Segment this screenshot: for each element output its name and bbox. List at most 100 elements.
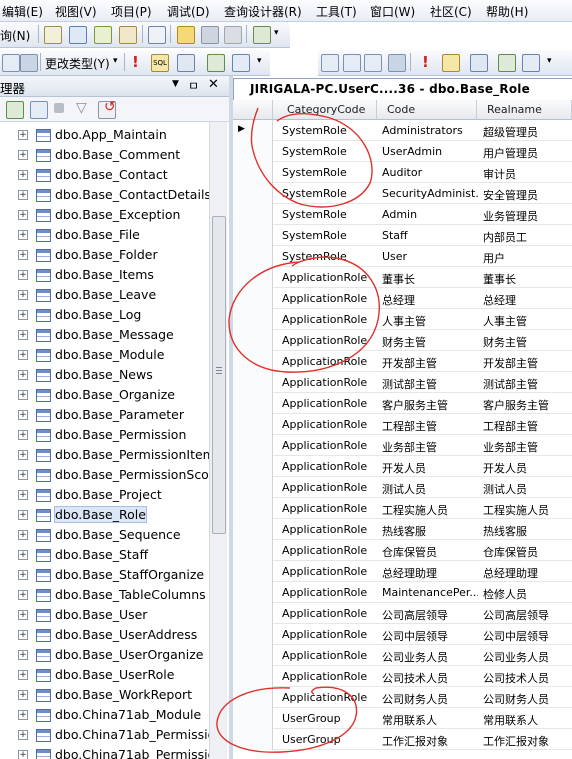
column-header-categorycode[interactable]: CategoryCode <box>273 100 377 120</box>
expand-icon[interactable]: + <box>18 610 28 620</box>
grid-cell-categorycode[interactable]: ApplicationRole <box>282 439 376 452</box>
grid-cell-realname[interactable]: 公司财务人员 <box>483 691 571 707</box>
table-row[interactable]: SystemRole User 用户 <box>233 246 572 267</box>
row-selector[interactable] <box>233 372 273 393</box>
grid-cell-categorycode[interactable]: SystemRole <box>282 229 376 242</box>
row-selector[interactable] <box>233 393 273 414</box>
filter-icon[interactable]: ▽ <box>76 100 87 116</box>
tree-item[interactable]: + dbo.Base_User <box>0 605 209 625</box>
row-selector[interactable] <box>233 687 273 708</box>
tree-item[interactable]: + dbo.Base_ContactDetails <box>0 185 209 205</box>
new-query-button[interactable]: 询(N) <box>0 27 30 44</box>
tree-item[interactable]: + dbo.Base_Message <box>0 325 209 345</box>
grid-cell-code[interactable]: 总经理 <box>382 292 478 308</box>
menu-query-designer[interactable]: 查询设计器(R) <box>224 3 302 20</box>
row-selector[interactable] <box>233 141 273 162</box>
expand-icon[interactable]: + <box>18 310 28 320</box>
grid-cell-realname[interactable]: 总经理 <box>483 292 571 308</box>
grid-cell-code[interactable]: 公司技术人员 <box>382 670 478 686</box>
table-row[interactable]: SystemRole UserAdmin 用户管理员 <box>233 141 572 162</box>
grid-cell-code[interactable]: 开发部主管 <box>382 355 478 371</box>
show-criteria-pane-icon[interactable] <box>343 54 361 72</box>
grid-cell-categorycode[interactable]: ApplicationRole <box>282 355 376 368</box>
tree-item[interactable]: + dbo.Base_PermissionItem <box>0 445 209 465</box>
column-header-code[interactable]: Code <box>377 100 477 120</box>
row-selector[interactable]: ▶ <box>233 120 273 141</box>
tree-item[interactable]: + dbo.Base_Exception <box>0 205 209 225</box>
grid-cell-code[interactable]: Staff <box>382 229 478 242</box>
verify-query-icon[interactable] <box>442 54 460 72</box>
expand-icon[interactable]: + <box>18 330 28 340</box>
grid-cell-realname[interactable]: 安全管理员 <box>483 187 571 203</box>
grid-cell-categorycode[interactable]: ApplicationRole <box>282 376 376 389</box>
table-row[interactable]: ApplicationRole 热线客服 热线客服 <box>233 519 572 540</box>
show-grid-icon[interactable] <box>20 54 38 72</box>
grid-cell-realname[interactable]: 用户管理员 <box>483 145 571 161</box>
tree-item[interactable]: + dbo.Base_StaffOrganize <box>0 565 209 585</box>
expand-icon[interactable]: + <box>18 430 28 440</box>
grid-cell-categorycode[interactable]: ApplicationRole <box>282 691 376 704</box>
menu-window[interactable]: 窗口(W) <box>370 3 415 20</box>
row-selector[interactable] <box>233 351 273 372</box>
grid-cell-realname[interactable]: 公司中层领导 <box>483 628 571 644</box>
row-selector[interactable] <box>233 729 273 750</box>
table-row[interactable]: ApplicationRole 开发部主管 开发部主管 <box>233 351 572 372</box>
expand-icon[interactable]: + <box>18 550 28 560</box>
database-query-icon[interactable] <box>69 26 87 44</box>
grid-cell-realname[interactable]: 总经理助理 <box>483 565 571 581</box>
row-selector[interactable] <box>233 414 273 435</box>
grid-cell-code[interactable]: 客户服务主管 <box>382 397 478 413</box>
table-row[interactable]: ApplicationRole 总经理 总经理 <box>233 288 572 309</box>
table-row[interactable]: UserGroup 常用联系人 常用联系人 <box>233 708 572 729</box>
add-derived-table-icon[interactable] <box>232 54 250 72</box>
row-selector[interactable] <box>233 477 273 498</box>
grid-cell-categorycode[interactable]: ApplicationRole <box>282 292 376 305</box>
grid-cell-categorycode[interactable]: ApplicationRole <box>282 607 376 620</box>
close-icon[interactable]: ✕ <box>208 77 219 92</box>
menu-view[interactable]: 视图(V) <box>55 3 97 20</box>
row-selector[interactable] <box>233 603 273 624</box>
grid-cell-categorycode[interactable]: ApplicationRole <box>282 586 376 599</box>
table-row[interactable]: SystemRole Admin 业务管理员 <box>233 204 572 225</box>
grid-cell-code[interactable]: 公司业务人员 <box>382 649 478 665</box>
table-row[interactable]: ApplicationRole 仓库保管员 仓库保管员 <box>233 540 572 561</box>
expand-icon[interactable]: + <box>18 690 28 700</box>
expand-icon[interactable]: + <box>18 470 28 480</box>
grid-cell-realname[interactable]: 公司业务人员 <box>483 649 571 665</box>
tree-item[interactable]: + dbo.Base_Comment <box>0 145 209 165</box>
expand-icon[interactable]: + <box>18 210 28 220</box>
row-selector[interactable] <box>233 519 273 540</box>
tree-item[interactable]: + dbo.Base_File <box>0 225 209 245</box>
grid-cell-categorycode[interactable]: ApplicationRole <box>282 313 376 326</box>
grid-cell-categorycode[interactable]: ApplicationRole <box>282 670 376 683</box>
tree-item[interactable]: + dbo.Base_Items <box>0 265 209 285</box>
table-row[interactable]: SystemRole Staff 内部员工 <box>233 225 572 246</box>
grid-cell-categorycode[interactable]: SystemRole <box>282 145 376 158</box>
tree-item[interactable]: + dbo.Base_Module <box>0 345 209 365</box>
expand-icon[interactable]: + <box>18 590 28 600</box>
row-selector[interactable] <box>233 330 273 351</box>
table-row[interactable]: SystemRole Auditor 审计员 <box>233 162 572 183</box>
xml-query-icon[interactable] <box>119 26 137 44</box>
tree-item[interactable]: + dbo.Base_Project <box>0 485 209 505</box>
grid-cell-realname[interactable]: 业务管理员 <box>483 208 571 224</box>
row-selector[interactable] <box>233 498 273 519</box>
expand-icon[interactable]: + <box>18 230 28 240</box>
grid-cell-realname[interactable]: 工作汇报对象 <box>483 733 571 749</box>
expand-icon[interactable]: + <box>18 650 28 660</box>
expand-icon[interactable]: + <box>18 130 28 140</box>
grid-cell-code[interactable]: 业务部主管 <box>382 439 478 455</box>
tree-item[interactable]: + dbo.Base_UserAddress <box>0 625 209 645</box>
add-table-icon[interactable] <box>207 54 225 72</box>
analysis-query-icon[interactable] <box>94 26 112 44</box>
grid-cell-code[interactable]: 常用联系人 <box>382 712 478 728</box>
grid-cell-code[interactable]: Auditor <box>382 166 478 179</box>
grid-cell-code[interactable]: 总经理助理 <box>382 565 478 581</box>
grid-cell-realname[interactable]: 仓库保管员 <box>483 544 571 560</box>
show-diagram-icon[interactable] <box>2 54 20 72</box>
row-selector[interactable] <box>233 435 273 456</box>
grid-cell-code[interactable]: 工程部主管 <box>382 418 478 434</box>
grid-cell-code[interactable]: 公司高层领导 <box>382 607 478 623</box>
grid-cell-realname[interactable]: 财务主管 <box>483 334 571 350</box>
grid-cell-realname[interactable]: 检修人员 <box>483 586 571 602</box>
